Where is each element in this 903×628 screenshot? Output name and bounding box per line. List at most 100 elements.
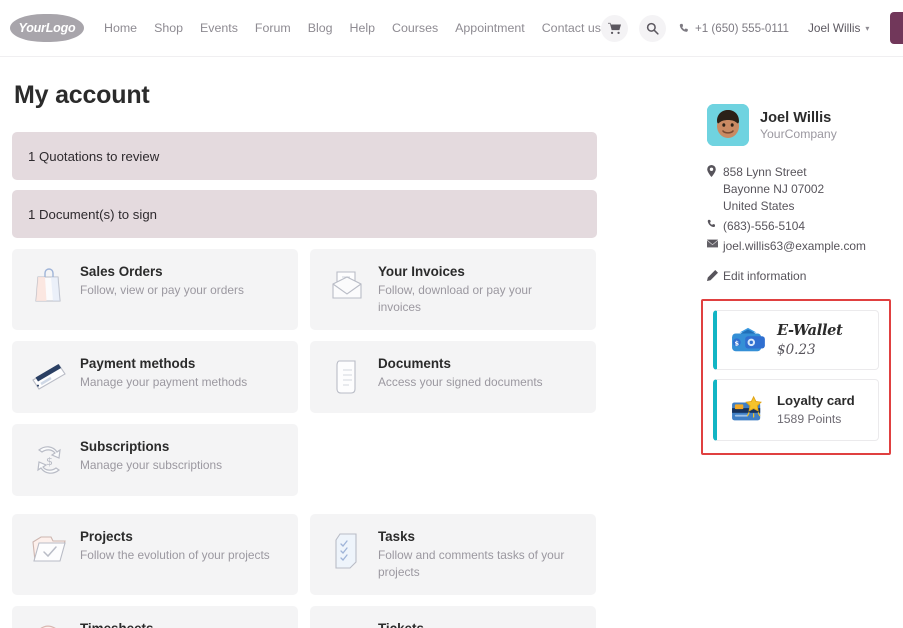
profile-name: Joel Willis bbox=[760, 109, 832, 126]
nav-item-forum[interactable]: Forum bbox=[255, 21, 291, 35]
e-wallet-card[interactable]: $ E-Wallet $0.23 bbox=[713, 309, 879, 370]
card-title: Tickets bbox=[378, 621, 542, 628]
nav-item-courses[interactable]: Courses bbox=[392, 21, 438, 35]
nav-item-home[interactable]: Home bbox=[104, 21, 137, 35]
address-line-1: 858 Lynn Street bbox=[723, 165, 807, 179]
card-title: Documents bbox=[378, 355, 451, 371]
card-projects[interactable]: Projects Follow the evolution of your pr… bbox=[12, 513, 298, 595]
card-payment-methods-text: Payment methods Manage your payment meth… bbox=[80, 355, 247, 391]
account-cards-group-2: Projects Follow the evolution of your pr… bbox=[12, 513, 597, 628]
email-row: joel.willis63@example.com bbox=[707, 238, 891, 255]
profile-email: joel.willis63@example.com bbox=[723, 238, 866, 253]
profile-identity: Joel Willis YourCompany bbox=[760, 110, 837, 141]
alert-quotations-to-review[interactable]: 1 Quotations to review bbox=[12, 132, 597, 180]
shopping-bag-icon bbox=[24, 263, 74, 307]
svg-text:$: $ bbox=[734, 339, 739, 347]
alert-documents-text: 1 Document(s) to sign bbox=[28, 206, 157, 222]
alert-quotations-text: 1 Quotations to review bbox=[28, 148, 160, 164]
header-phone-number: +1 (650) 555-0111 bbox=[694, 21, 789, 35]
envelope-icon bbox=[707, 238, 723, 255]
phone-icon bbox=[707, 218, 723, 235]
card-projects-text: Projects Follow the evolution of your pr… bbox=[80, 528, 270, 564]
profile-phone: (683)-556-5104 bbox=[723, 218, 805, 233]
e-wallet-amount: $0.23 bbox=[777, 341, 816, 358]
e-wallet-text: E-Wallet $0.23 bbox=[777, 322, 843, 358]
page-body: My account 1 Quotations to review 1 Docu… bbox=[0, 57, 903, 628]
nav-item-help[interactable]: Help bbox=[350, 21, 375, 35]
alert-documents-to-sign[interactable]: 1 Document(s) to sign bbox=[12, 190, 597, 238]
nav-item-events[interactable]: Events bbox=[200, 21, 238, 35]
card-tickets-text: Tickets Follow all your helpdesk tickets bbox=[378, 620, 542, 628]
profile-header: Joel Willis YourCompany bbox=[707, 104, 891, 146]
card-title: Tasks bbox=[378, 528, 415, 544]
folder-check-icon bbox=[24, 528, 74, 572]
clock-icon bbox=[24, 620, 74, 628]
loyalty-card-title: Loyalty card bbox=[777, 393, 855, 409]
card-tickets[interactable]: Tickets Follow all your helpdesk tickets bbox=[310, 605, 596, 628]
card-subtitle: Follow and comments tasks of your projec… bbox=[378, 547, 565, 579]
shopping-cart-icon[interactable] bbox=[600, 14, 628, 42]
card-documents-text: Documents Access your signed documents bbox=[378, 355, 543, 391]
contact-us-button[interactable]: Contact Us bbox=[890, 12, 903, 44]
nav-item-blog[interactable]: Blog bbox=[308, 21, 333, 35]
card-subtitle: Access your signed documents bbox=[378, 374, 543, 389]
card-subscriptions-text: Subscriptions Manage your subscriptions bbox=[80, 438, 222, 474]
user-menu-name: Joel Willis bbox=[807, 21, 861, 35]
address-row: 858 Lynn Street Bayonne NJ 07002 United … bbox=[707, 164, 891, 215]
loyalty-card[interactable]: Loyalty card 1589 Points bbox=[713, 378, 879, 441]
loyalty-card-star-icon bbox=[728, 395, 768, 425]
card-tasks[interactable]: Tasks Follow and comments tasks of your … bbox=[310, 513, 596, 595]
logo-text: YourLogo bbox=[18, 21, 76, 35]
e-wallet-title: E-Wallet bbox=[777, 321, 843, 339]
loyalty-card-text: Loyalty card 1589 Points bbox=[777, 393, 855, 426]
subscription-recycle-icon: $ bbox=[24, 438, 74, 482]
card-subscriptions[interactable]: $ Subscriptions Manage your subscription… bbox=[12, 423, 298, 496]
page-title: My account bbox=[14, 81, 150, 109]
invoice-envelope-icon bbox=[322, 263, 372, 307]
main-navigation: Home Shop Events Forum Blog Help Courses… bbox=[104, 21, 601, 35]
site-logo[interactable]: YourLogo bbox=[10, 14, 84, 42]
sidebar-column: Joel Willis YourCompany 858 Lynn Street … bbox=[597, 57, 891, 628]
card-tasks-text: Tasks Follow and comments tasks of your … bbox=[378, 528, 578, 581]
edit-information-label: Edit information bbox=[723, 268, 807, 283]
card-timesheets-text: Timesheets Review all timesheets related… bbox=[80, 620, 280, 628]
card-subtitle: Follow the evolution of your projects bbox=[80, 547, 270, 562]
card-your-invoices[interactable]: Your Invoices Follow, download or pay yo… bbox=[310, 249, 596, 330]
profile-company: YourCompany bbox=[760, 126, 837, 141]
loyalty-card-points: 1589 Points bbox=[777, 412, 842, 427]
edit-information-link[interactable]: Edit information bbox=[707, 269, 891, 283]
header-actions: +1 (650) 555-0111 Joel Willis ▾ Contact … bbox=[600, 12, 903, 44]
search-icon[interactable] bbox=[638, 14, 666, 42]
card-title: Your Invoices bbox=[378, 264, 465, 279]
nav-item-shop[interactable]: Shop bbox=[154, 21, 183, 35]
wallet-highlight-box: $ E-Wallet $0.23 Loyalty card 1589 Point… bbox=[701, 298, 891, 455]
card-subtitle: Follow, download or pay your invoices bbox=[378, 283, 533, 314]
card-title: Projects bbox=[80, 528, 133, 544]
tasks-clipboard-icon bbox=[322, 528, 372, 572]
svg-text:$: $ bbox=[46, 455, 53, 468]
document-scroll-icon bbox=[322, 355, 372, 399]
card-sales-orders[interactable]: Sales Orders Follow, view or pay your or… bbox=[12, 249, 298, 330]
nav-item-appointment[interactable]: Appointment bbox=[455, 21, 525, 35]
card-title: Payment methods bbox=[80, 355, 196, 371]
site-header: YourLogo Home Shop Events Forum Blog Hel… bbox=[0, 0, 903, 57]
credit-card-icon bbox=[24, 355, 74, 399]
card-timesheets[interactable]: Timesheets Review all timesheets related… bbox=[12, 605, 298, 628]
address-line-2: Bayonne NJ 07002 bbox=[723, 181, 825, 196]
header-phone[interactable]: +1 (650) 555-0111 bbox=[679, 22, 789, 35]
card-subtitle: Manage your subscriptions bbox=[80, 457, 223, 472]
main-column: My account 1 Quotations to review 1 Docu… bbox=[12, 57, 597, 628]
phone-row: (683)-556-5104 bbox=[707, 218, 891, 235]
card-subtitle: Follow, view or pay your orders bbox=[80, 283, 244, 297]
wallet-icon: $ bbox=[728, 325, 768, 355]
headset-icon bbox=[322, 620, 372, 628]
address-lines: 858 Lynn Street Bayonne NJ 07002 United … bbox=[723, 164, 824, 215]
address-line-3: United States bbox=[723, 198, 795, 213]
chevron-down-icon: ▾ bbox=[865, 23, 870, 33]
user-menu[interactable]: Joel Willis ▾ bbox=[808, 21, 869, 35]
nav-item-contact-us[interactable]: Contact us bbox=[542, 21, 601, 35]
card-payment-methods[interactable]: Payment methods Manage your payment meth… bbox=[12, 340, 298, 413]
user-avatar bbox=[707, 104, 749, 146]
card-documents[interactable]: Documents Access your signed documents bbox=[310, 340, 596, 413]
card-your-invoices-text: Your Invoices Follow, download or pay yo… bbox=[378, 263, 578, 316]
